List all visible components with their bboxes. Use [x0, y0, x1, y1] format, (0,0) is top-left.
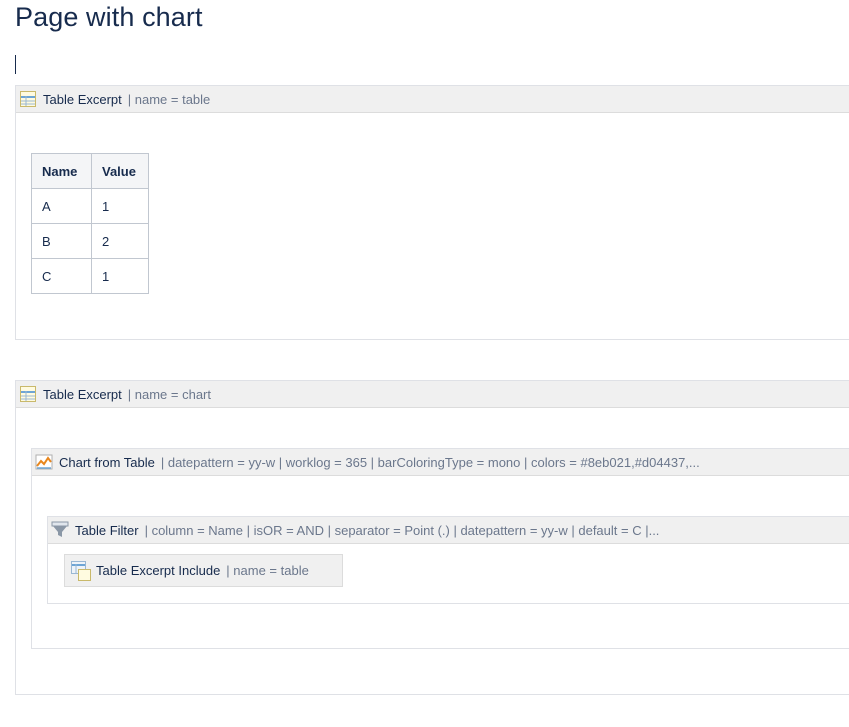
- macro-name: Table Excerpt: [43, 91, 122, 107]
- macro-header[interactable]: Table Excerpt | name = table: [16, 86, 849, 113]
- data-table: Name Value A 1 B 2 C 1: [31, 153, 149, 294]
- page-title: Page with chart: [15, 2, 203, 32]
- macro-params: | name = table: [226, 563, 309, 578]
- macro-name: Table Excerpt Include: [96, 563, 221, 578]
- table-cell: B: [31, 223, 92, 259]
- macro-name: Table Excerpt: [43, 386, 122, 402]
- macro-params: | name = table: [127, 91, 211, 107]
- table-cell: 1: [91, 258, 149, 294]
- macro-params: | column = Name | isOR = AND | separator…: [144, 522, 660, 538]
- filter-funnel-icon: [51, 521, 69, 537]
- column-header-value: Value: [91, 153, 149, 189]
- table-cell: 1: [91, 188, 149, 224]
- macro-name: Chart from Table: [59, 454, 155, 470]
- table-excerpt-icon: [20, 386, 36, 402]
- table-row: A 1: [31, 188, 149, 224]
- table-excerpt-include-macro[interactable]: Table Excerpt Include | name = table: [64, 554, 343, 587]
- text-cursor: [15, 55, 16, 74]
- column-header-name: Name: [31, 153, 92, 189]
- table-excerpt-icon: [20, 91, 36, 107]
- table-cell: C: [31, 258, 92, 294]
- macro-header[interactable]: Table Excerpt | name = chart: [16, 381, 849, 408]
- table-cell: A: [31, 188, 92, 224]
- macro-name: Table Filter: [75, 522, 139, 538]
- macro-header[interactable]: Table Filter | column = Name | isOR = AN…: [48, 517, 849, 544]
- table-header-row: Name Value: [31, 153, 149, 189]
- macro-params: | name = chart: [127, 386, 211, 402]
- table-cell: 2: [91, 223, 149, 259]
- table-row: C 1: [31, 258, 149, 294]
- table-row: B 2: [31, 223, 149, 259]
- chart-icon: [35, 454, 53, 470]
- table-excerpt-include-icon: [71, 560, 91, 581]
- macro-header[interactable]: Chart from Table | datepattern = yy-w | …: [32, 449, 849, 476]
- macro-params: | datepattern = yy-w | worklog = 365 | b…: [160, 454, 700, 470]
